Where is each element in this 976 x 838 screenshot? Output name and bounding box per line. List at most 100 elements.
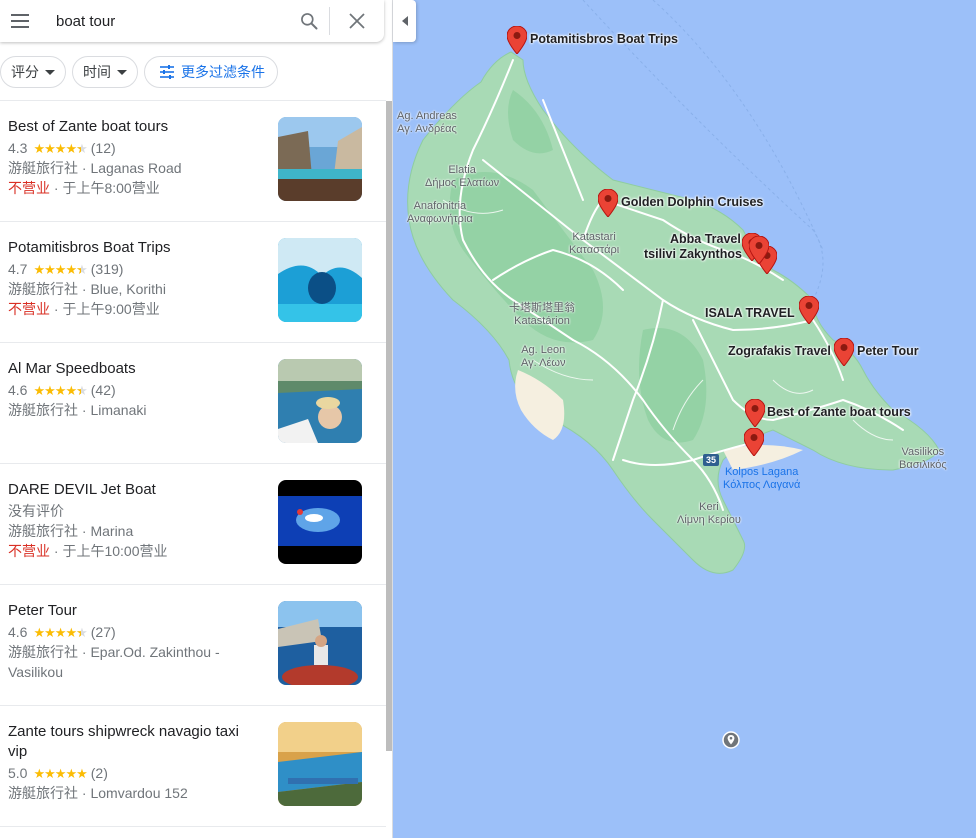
star-icon: ★ <box>65 382 77 398</box>
star-rating-icon: ★ ★ ★ ★ ★ <box>33 765 88 781</box>
pin-label-abba-travel[interactable]: Abba Travel <box>670 232 741 246</box>
map-pin-laganas[interactable] <box>744 428 764 456</box>
map-canvas[interactable]: Ag. Andreas Αγ. Ανδρέας Elatia Δήμος Ελα… <box>393 0 976 838</box>
opens-at: 于上午9:00营业 <box>62 301 160 317</box>
result-title[interactable]: Potamitisbros Boat Trips <box>8 238 258 258</box>
star-icon: ★ <box>65 140 77 156</box>
star-icon: ★ <box>65 261 77 277</box>
map-pin-best-of-zante[interactable] <box>745 399 765 427</box>
star-icon: ★ <box>54 765 67 781</box>
star-icon: ★ <box>44 261 56 277</box>
town-label-katastarion: 卡塔斯塔里翁 Katastárion <box>509 302 575 328</box>
star-icon: ★ <box>44 140 56 156</box>
closed-status: 不营业 <box>8 180 50 196</box>
result-photo[interactable] <box>278 722 362 806</box>
pin-label-peter-tour[interactable]: Peter Tour <box>857 344 919 358</box>
pin-label-potamitisbros[interactable]: Potamitisbros Boat Trips <box>530 32 678 46</box>
map-place-marker[interactable] <box>722 731 740 749</box>
result-item[interactable]: Peter Tour 4.6 ★★★★★ (27) 游艇旅行社 · Epar.O… <box>0 585 386 706</box>
pin-label-isala[interactable]: ISALA TRAVEL <box>705 306 795 320</box>
result-category: 游艇旅行社 <box>8 523 78 539</box>
result-item[interactable]: DARE DEVIL Jet Boat 没有评价 游艇旅行社 · Marina … <box>0 464 386 585</box>
review-count: (27) <box>90 624 116 640</box>
result-address: Laganas Road <box>90 160 182 176</box>
town-name: Anafonitria <box>413 200 467 212</box>
town-name-greek: Αναφωνήτρια <box>407 213 473 225</box>
result-title[interactable]: Al Mar Speedboats <box>8 359 258 379</box>
town-name: Vasilikos <box>901 446 945 458</box>
chevron-down-icon <box>117 69 127 75</box>
result-item[interactable]: Zante tours shipwreck navagio taxi vip 5… <box>0 706 386 827</box>
star-icon: ★ <box>44 765 56 781</box>
review-count: (319) <box>90 261 124 277</box>
pin-label-golden-dolphin[interactable]: Golden Dolphin Cruises <box>621 195 763 209</box>
result-address: Limanaki <box>90 402 147 418</box>
result-photo[interactable] <box>278 117 362 201</box>
rating-value: 4.3 <box>8 140 28 156</box>
result-address: Lomvardou 152 <box>90 785 188 801</box>
town-label-anafonitria: Anafonitria Αναφωνήτρια <box>407 200 473 226</box>
result-photo[interactable] <box>278 359 362 443</box>
bay-name: Kolpos Lagana <box>724 466 799 478</box>
result-photo[interactable] <box>278 238 362 322</box>
result-item[interactable]: Best of Zante boat tours 4.3 ★★★★★ (12) … <box>0 101 386 222</box>
star-icon: ★ <box>76 384 88 397</box>
star-icon: ★ <box>54 382 67 398</box>
clear-search-button[interactable] <box>330 0 384 42</box>
opens-at: 于上午8:00营业 <box>62 180 160 196</box>
town-label-ag-andreas: Ag. Andreas Αγ. Ανδρέας <box>397 110 457 136</box>
result-title[interactable]: Best of Zante boat tours <box>8 117 258 137</box>
search-button[interactable] <box>289 0 329 42</box>
result-photo[interactable] <box>278 601 362 685</box>
star-icon: ★ <box>76 765 88 781</box>
rating-value: 4.6 <box>8 624 28 640</box>
town-name-greek: Αγ. Ανδρέας <box>397 123 457 135</box>
rating-value: 4.6 <box>8 382 28 398</box>
town-name: Ag. Leon <box>521 344 566 356</box>
map-pin-peter-tour[interactable] <box>834 338 854 366</box>
town-name: Elatia <box>448 164 476 176</box>
collapse-panel-button[interactable] <box>393 0 416 42</box>
rating-filter-label: 评分 <box>11 64 39 80</box>
time-filter-chip[interactable]: 时间 <box>72 56 138 88</box>
review-count: (42) <box>90 382 116 398</box>
star-icon: ★ <box>33 261 45 277</box>
bay-name-greek: Κόλπος Λαγανά <box>723 479 801 491</box>
result-title[interactable]: Peter Tour <box>8 601 258 621</box>
map-pin-potamitisbros[interactable] <box>507 26 527 54</box>
town-name: Ag. Andreas <box>397 110 457 122</box>
result-photo[interactable] <box>278 480 362 564</box>
map-pin-golden-dolphin[interactable] <box>598 189 618 217</box>
pin-label-zografakis[interactable]: Zografakis Travel <box>728 344 831 358</box>
result-address: Blue, Korithi <box>90 281 166 297</box>
map-pin-tsilivi[interactable] <box>749 236 769 264</box>
result-title[interactable]: Zante tours shipwreck navagio taxi vip <box>8 722 258 762</box>
tune-icon <box>160 65 174 79</box>
pin-label-best-of-zante[interactable]: Best of Zante boat tours <box>767 405 911 419</box>
result-category: 游艇旅行社 <box>8 785 78 801</box>
town-name-greek: Δήμος Ελατίων <box>425 177 500 189</box>
map-pin-icon <box>507 26 527 54</box>
result-title[interactable]: DARE DEVIL Jet Boat <box>8 480 258 500</box>
more-filters-chip[interactable]: 更多过滤条件 <box>144 56 278 88</box>
rating-value: 4.7 <box>8 261 28 277</box>
star-icon: ★ <box>44 624 56 640</box>
star-icon: ★ <box>65 765 77 781</box>
result-category-address: 游艇旅行社 · Epar.Od. Zakinthou - Vasilikou <box>8 644 220 680</box>
result-category: 游艇旅行社 <box>8 644 78 660</box>
pin-label-tsilivi[interactable]: tsilivi Zakynthos <box>644 247 742 261</box>
place-marker-icon <box>722 731 740 749</box>
rating-filter-chip[interactable]: 评分 <box>0 56 66 88</box>
star-icon: ★ <box>76 142 88 155</box>
town-name-greek: Λίμνη Κερίου <box>677 514 741 526</box>
result-item[interactable]: Al Mar Speedboats 4.6 ★★★★★ (42) 游艇旅行社 ·… <box>0 343 386 464</box>
search-icon <box>301 13 318 30</box>
map-pin-icon <box>749 236 769 264</box>
result-item[interactable]: Potamitisbros Boat Trips 4.7 ★★★★★ (319)… <box>0 222 386 343</box>
result-address: Marina <box>90 523 134 539</box>
town-name-greek: Καταστάρι <box>569 244 620 256</box>
search-input[interactable]: boat tour <box>40 13 289 30</box>
star-icon: ★ <box>54 140 67 156</box>
map-pin-isala[interactable] <box>799 296 819 324</box>
menu-icon[interactable] <box>0 0 40 42</box>
